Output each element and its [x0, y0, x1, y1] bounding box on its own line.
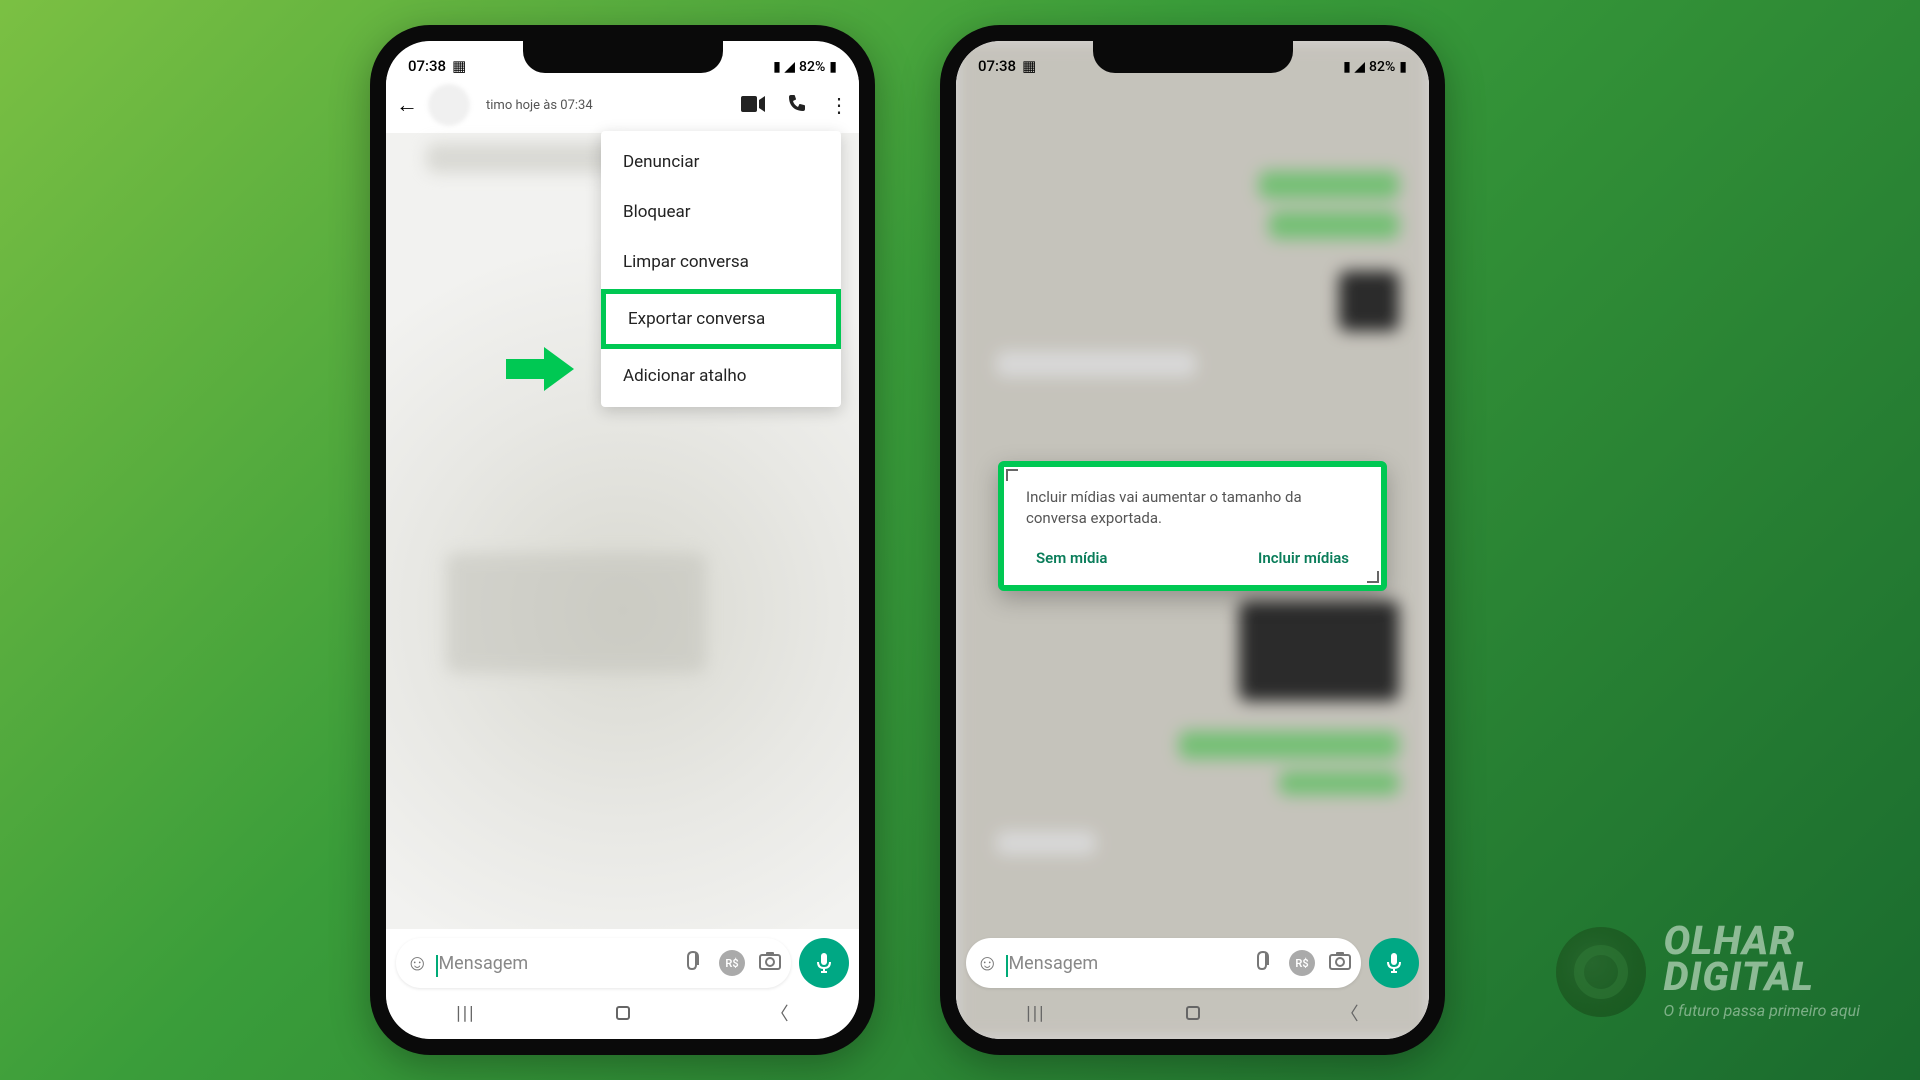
payment-icon[interactable]: R$: [719, 950, 745, 976]
overflow-menu: Denunciar Bloquear Limpar conversa Expor…: [601, 131, 841, 407]
status-app-icon: ▦: [1022, 57, 1036, 75]
tutorial-canvas: 07:38 ▦ ▮ ◢ 82% ▮ ← timo hoje às 07:34 ⋮: [0, 0, 1920, 1080]
avatar[interactable]: [428, 84, 470, 126]
attach-icon[interactable]: [687, 951, 705, 976]
android-nav-bar: ||| 〈: [386, 995, 859, 1031]
logo-icon: [1556, 927, 1646, 1017]
signal-icon: ▮ ◢: [1343, 59, 1365, 75]
signal-icon: ▮ ◢: [773, 59, 795, 75]
menu-item-report[interactable]: Denunciar: [601, 137, 841, 187]
emoji-icon[interactable]: ☺: [406, 950, 428, 976]
phone-notch: [1093, 39, 1293, 73]
nav-recent-icon[interactable]: |||: [456, 1003, 475, 1024]
attach-icon[interactable]: [1257, 951, 1275, 976]
phone-mockup-left: 07:38 ▦ ▮ ◢ 82% ▮ ← timo hoje às 07:34 ⋮: [370, 25, 875, 1055]
dialog-message: Incluir mídias vai aumentar o tamanho da…: [1026, 487, 1359, 529]
nav-home-icon[interactable]: [1186, 1006, 1200, 1020]
camera-icon[interactable]: [759, 952, 781, 975]
battery-text: 82%: [1369, 59, 1395, 75]
menu-item-shortcut[interactable]: Adicionar atalho: [601, 351, 841, 401]
chat-header: ← timo hoje às 07:34 ⋮: [386, 77, 859, 133]
message-input[interactable]: ☺ Mensagem R$: [966, 938, 1361, 988]
nav-recent-icon[interactable]: |||: [1026, 1003, 1045, 1024]
phone-notch: [523, 39, 723, 73]
export-dialog: Incluir mídias vai aumentar o tamanho da…: [998, 461, 1387, 591]
message-placeholder: Mensagem: [438, 953, 677, 974]
back-icon[interactable]: ←: [396, 92, 418, 118]
status-app-icon: ▦: [452, 57, 466, 75]
logo-text-2: DIGITAL: [1664, 953, 1814, 1000]
audio-call-icon[interactable]: [787, 93, 807, 118]
message-input-bar: ☺ Mensagem R$: [396, 937, 849, 989]
phone-mockup-right: 07:38 ▦ ▮ ◢ 82% ▮ Incluir mídias vai aum…: [940, 25, 1445, 1055]
dialog-btn-without-media[interactable]: Sem mídia: [1036, 549, 1107, 567]
chat-subtitle: timo hoje às 07:34: [480, 98, 731, 113]
mic-button[interactable]: [799, 938, 849, 988]
nav-home-icon[interactable]: [616, 1006, 630, 1020]
watermark-logo: OLHAR DIGITAL O futuro passa primeiro aq…: [1556, 923, 1860, 1020]
logo-tagline: O futuro passa primeiro aqui: [1664, 1001, 1860, 1020]
more-icon[interactable]: ⋮: [829, 93, 849, 117]
menu-item-block[interactable]: Bloquear: [601, 187, 841, 237]
nav-back-icon[interactable]: 〈: [771, 1000, 789, 1026]
message-input[interactable]: ☺ Mensagem R$: [396, 938, 791, 988]
status-time: 07:38: [978, 57, 1016, 75]
video-call-icon[interactable]: [741, 93, 765, 117]
battery-text: 82%: [799, 59, 825, 75]
message-input-bar: ☺ Mensagem R$: [966, 937, 1419, 989]
phone-screen-right: 07:38 ▦ ▮ ◢ 82% ▮ Incluir mídias vai aum…: [956, 41, 1429, 1039]
payment-icon[interactable]: R$: [1289, 950, 1315, 976]
status-time: 07:38: [408, 57, 446, 75]
battery-icon: ▮: [1399, 59, 1407, 75]
phone-screen-left: 07:38 ▦ ▮ ◢ 82% ▮ ← timo hoje às 07:34 ⋮: [386, 41, 859, 1039]
emoji-icon[interactable]: ☺: [976, 950, 998, 976]
dialog-btn-include-media[interactable]: Incluir mídias: [1258, 549, 1349, 567]
battery-icon: ▮: [829, 59, 837, 75]
camera-icon[interactable]: [1329, 952, 1351, 975]
message-placeholder: Mensagem: [1008, 953, 1247, 974]
nav-back-icon[interactable]: 〈: [1341, 1000, 1359, 1026]
menu-item-clear[interactable]: Limpar conversa: [601, 237, 841, 287]
mic-button[interactable]: [1369, 938, 1419, 988]
android-nav-bar: ||| 〈: [956, 995, 1429, 1031]
menu-item-export[interactable]: Exportar conversa: [601, 289, 841, 349]
